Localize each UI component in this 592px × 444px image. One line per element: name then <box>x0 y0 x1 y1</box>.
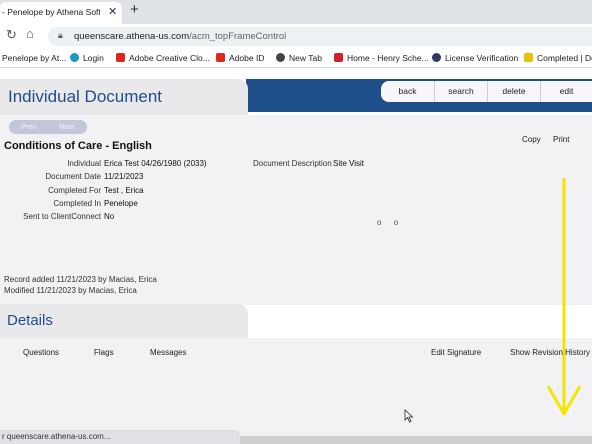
next-button[interactable]: Next <box>59 122 74 131</box>
bookmark-adobe-creative-cloud[interactable]: Adobe Creative Clo... <box>116 53 210 63</box>
details-panel: Details <box>0 304 248 340</box>
document-content: Prev Next Conditions of Care - English C… <box>0 115 592 305</box>
bookmark-label: Completed | Do <box>537 53 592 63</box>
field-value-document-description: Site Visit <box>333 159 364 168</box>
field-label-completed-in: Completed In <box>53 199 101 208</box>
details-area: Questions Flags Messages Edit Signature … <box>0 338 592 444</box>
bookmark-penelope[interactable]: Penelope by At... <box>2 53 66 63</box>
field-value-completed-in: Penelope <box>104 199 138 208</box>
bookmark-completed[interactable]: Completed | Do <box>524 53 592 63</box>
field-value-document-date: 11/21/2023 <box>104 172 144 181</box>
lock-icon: 🔒︎ <box>58 30 63 40</box>
bookmark-label: New Tab <box>289 53 322 63</box>
copy-link[interactable]: Copy <box>522 135 541 144</box>
penelope-app: Individual Document back search delete e… <box>0 69 592 444</box>
field-label-document-date: Document Date <box>45 172 101 181</box>
mouse-cursor-icon <box>404 409 414 423</box>
reload-icon[interactable]: ↻ <box>6 27 17 43</box>
record-added: Record added 11/21/2023 by Macias, Erica <box>4 275 157 284</box>
back-button[interactable]: back <box>381 81 434 102</box>
page-title: Individual Document <box>8 87 163 106</box>
browser-status-bar: r queenscare.athena-us.com... <box>0 430 240 444</box>
action-bar: back search delete edit <box>381 81 592 102</box>
browser-tabstrip: - Penelope by Athena Softwa ✕ + <box>0 0 592 24</box>
print-link[interactable]: Print <box>553 135 569 144</box>
browser-tab[interactable]: - Penelope by Athena Softwa ✕ <box>0 2 122 24</box>
annotation-arrow-icon <box>546 178 582 416</box>
edit-button[interactable]: edit <box>540 81 592 102</box>
tab-title: - Penelope by Athena Softwa <box>2 7 100 17</box>
home-icon[interactable]: ⌂ <box>26 26 34 41</box>
tab-questions[interactable]: Questions <box>23 348 59 357</box>
status-url: r queenscare.athena-us.com... <box>2 432 111 441</box>
address-url: queenscare.athena-us.com/acm_topFrameCon… <box>74 31 286 42</box>
status-indicator: o o <box>377 218 404 227</box>
bookmarks-bar: Penelope by At... Login Adobe Creative C… <box>0 48 592 68</box>
browser-toolbar: ↻ ⌂ 🔒︎ queenscare.athena-us.com/acm_topF… <box>0 24 592 48</box>
field-label-document-description: Document Description <box>253 159 332 168</box>
tab-flags[interactable]: Flags <box>94 348 114 357</box>
address-bar[interactable]: 🔒︎ queenscare.athena-us.com/acm_topFrame… <box>48 27 592 46</box>
field-label-completed-for: Completed For <box>48 186 101 195</box>
details-title: Details <box>7 312 53 329</box>
bookmark-label: Adobe ID <box>229 53 265 63</box>
field-label-sent-to-clientconnect: Sent to ClientConnect <box>23 212 101 221</box>
tab-close-icon[interactable]: ✕ <box>108 5 117 18</box>
bookmark-label: Login <box>83 53 104 63</box>
document-title: Conditions of Care - English <box>4 140 152 152</box>
search-button[interactable]: search <box>434 81 487 102</box>
adobe-icon <box>116 53 125 62</box>
tab-messages[interactable]: Messages <box>150 348 186 357</box>
field-value-completed-for: Test , Erica <box>104 186 144 195</box>
record-modified: Modified 11/21/2023 by Macias, Erica <box>4 286 137 295</box>
edit-signature-link[interactable]: Edit Signature <box>431 348 481 357</box>
bookmark-login[interactable]: Login <box>70 53 104 63</box>
field-value-individual: Erica Test 04/26/1980 (2033) <box>104 159 207 168</box>
bookmark-label: Home - Henry Sche... <box>347 53 429 63</box>
title-panel: Individual Document <box>0 79 248 115</box>
seal-icon <box>432 53 441 62</box>
bookmark-label: Adobe Creative Clo... <box>129 53 210 63</box>
globe-icon <box>276 53 285 62</box>
url-domain: queenscare.athena-us.com <box>74 31 190 42</box>
field-value-sent-to-clientconnect: No <box>104 212 115 221</box>
henry-schein-icon <box>334 53 343 62</box>
download-icon <box>524 53 533 62</box>
adobe-icon <box>216 53 225 62</box>
salesforce-cloud-icon <box>70 53 79 62</box>
bookmark-license-verification[interactable]: License Verification <box>432 53 518 63</box>
field-label-individual: Individual <box>67 159 101 168</box>
horizontal-scrollbar[interactable] <box>240 436 592 444</box>
bookmark-new-tab[interactable]: New Tab <box>276 53 322 63</box>
new-tab-icon[interactable]: + <box>130 1 139 18</box>
bookmark-henry-schein[interactable]: Home - Henry Sche... <box>334 53 429 63</box>
pager: Prev Next <box>9 120 87 134</box>
bookmark-label: License Verification <box>445 53 519 63</box>
delete-button[interactable]: delete <box>487 81 540 102</box>
bookmark-label: Penelope by At... <box>2 53 67 63</box>
bookmark-adobe-id[interactable]: Adobe ID <box>216 53 264 63</box>
prev-button[interactable]: Prev <box>21 122 36 131</box>
url-path: /acm_topFrameControl <box>189 31 287 42</box>
